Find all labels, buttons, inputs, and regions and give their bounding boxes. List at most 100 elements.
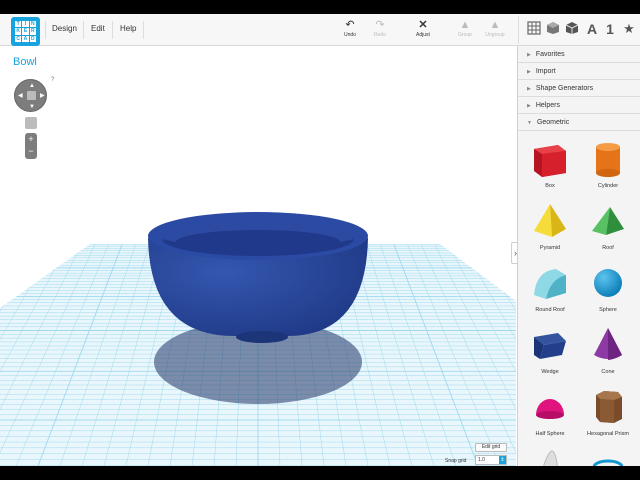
menu-edit[interactable]: Edit bbox=[91, 24, 105, 33]
cube-view-icon[interactable] bbox=[564, 21, 580, 37]
section-import[interactable]: ▶ Import bbox=[518, 63, 640, 80]
shapes-panel: ▶ Favorites ▶ Import ▶ Shape Generators ▶ He… bbox=[517, 46, 640, 466]
ungroup-icon: ▲ bbox=[489, 19, 501, 31]
section-label: Favorites bbox=[535, 51, 565, 58]
section-shape-generators[interactable]: ▶ Shape Generators bbox=[518, 80, 640, 97]
redo-icon: ↷ bbox=[375, 19, 385, 31]
edit-grid-button[interactable]: Edit grid bbox=[475, 443, 507, 452]
menu-divider bbox=[45, 21, 46, 39]
roof-icon bbox=[592, 207, 624, 235]
grid-view-icon[interactable] bbox=[526, 21, 542, 37]
view-help-icon[interactable]: ? bbox=[51, 77, 54, 83]
shape-next-row-partial[interactable] bbox=[578, 449, 638, 466]
chevron-down-icon: ▼ bbox=[527, 120, 532, 126]
tinkercad-window: T I N K E R C A D Design Edit Help ↶ Und… bbox=[0, 14, 640, 466]
shape-label: Wedge bbox=[541, 369, 559, 375]
shape-label: Hexagonal Prism bbox=[587, 431, 629, 437]
undo-icon: ↶ bbox=[345, 19, 355, 31]
chevron-right-icon: ▶ bbox=[527, 69, 531, 75]
chevron-right-icon: ▶ bbox=[527, 52, 531, 58]
logo-letter: D bbox=[29, 35, 36, 42]
star-icon[interactable]: ★ bbox=[621, 21, 637, 37]
ungroup-button[interactable]: ▲ Ungroup bbox=[481, 19, 509, 38]
group-icon: ▲ bbox=[459, 19, 471, 31]
adjust-button[interactable]: ✕ Adjust bbox=[409, 19, 437, 38]
shape-wedge[interactable]: Wedge bbox=[520, 325, 580, 375]
logo-letter: R bbox=[29, 28, 36, 35]
wedge-icon bbox=[534, 333, 566, 359]
shape-cone[interactable]: Cone bbox=[578, 325, 638, 375]
box-view-icon[interactable] bbox=[545, 21, 561, 37]
shape-roof[interactable]: Roof bbox=[578, 201, 638, 251]
shape-half-sphere[interactable]: Half Sphere bbox=[520, 387, 580, 437]
toolbar-divider bbox=[518, 16, 519, 44]
logo-letter: I bbox=[22, 21, 29, 28]
geometric-shapes-grid: Box Cylinder Pyramid Roof Round Roof Sph… bbox=[518, 131, 640, 466]
shape-sphere[interactable]: Sphere bbox=[578, 263, 638, 313]
shape-label: Sphere bbox=[599, 307, 617, 313]
text-A-icon[interactable]: A bbox=[584, 21, 600, 37]
shape-box[interactable]: Box bbox=[520, 139, 580, 189]
adjust-icon: ✕ bbox=[418, 19, 428, 31]
bowl-base bbox=[236, 331, 288, 343]
logo-letter: A bbox=[22, 35, 29, 42]
shape-label: Pyramid bbox=[539, 245, 561, 251]
shape-hexagonal-prism[interactable]: Hexagonal Prism bbox=[578, 387, 638, 437]
logo-letter: C bbox=[15, 35, 22, 42]
redo-button[interactable]: ↷ Redo bbox=[366, 19, 394, 38]
logo-letter: T bbox=[15, 21, 22, 28]
chevron-down-icon: ⇕ bbox=[499, 456, 506, 464]
workplane-canvas[interactable]: Bowl ? ▲ ▼ ◀ ▶ + − › Edit grid Snap grid… bbox=[0, 46, 520, 466]
zoom-in-icon[interactable]: + bbox=[25, 133, 37, 145]
menu-divider bbox=[83, 21, 84, 39]
menu-help[interactable]: Help bbox=[120, 24, 136, 33]
snap-grid-select[interactable]: 1.0 ⇕ bbox=[475, 455, 507, 465]
home-view-button[interactable] bbox=[25, 117, 37, 129]
shape-next-row-partial[interactable] bbox=[520, 449, 580, 466]
shape-label: Cone bbox=[601, 369, 615, 375]
logo-letter: N bbox=[29, 21, 36, 28]
paraboloid-icon bbox=[543, 450, 558, 466]
cylinder-icon bbox=[596, 143, 620, 177]
zoom-control[interactable]: + − bbox=[25, 133, 37, 159]
section-label: Shape Generators bbox=[535, 85, 594, 92]
shape-pyramid[interactable]: Pyramid bbox=[520, 201, 580, 251]
document-title[interactable]: Bowl bbox=[13, 56, 37, 68]
adjust-label: Adjust bbox=[416, 32, 430, 38]
tinkercad-logo[interactable]: T I N K E R C A D bbox=[11, 17, 40, 46]
round-roof-icon bbox=[534, 269, 566, 299]
nav-center-icon[interactable] bbox=[27, 91, 36, 100]
undo-button[interactable]: ↶ Undo bbox=[336, 19, 364, 38]
box-icon bbox=[534, 145, 566, 177]
view-navigation-control[interactable]: ▲ ▼ ◀ ▶ bbox=[14, 79, 47, 112]
3d-scene[interactable] bbox=[0, 46, 516, 466]
nav-right-icon[interactable]: ▶ bbox=[40, 93, 45, 99]
shape-round-roof[interactable]: Round Roof bbox=[520, 263, 580, 313]
section-label: Geometric bbox=[536, 119, 570, 126]
snap-grid-value: 1.0 bbox=[478, 457, 485, 463]
nav-down-icon[interactable]: ▼ bbox=[29, 104, 35, 110]
section-favorites[interactable]: ▶ Favorites bbox=[518, 46, 640, 63]
section-label: Import bbox=[535, 68, 556, 75]
shape-label: Half Sphere bbox=[535, 431, 565, 437]
number-1-icon[interactable]: 1 bbox=[602, 21, 618, 37]
top-toolbar: T I N K E R C A D Design Edit Help ↶ Und… bbox=[0, 14, 640, 46]
cone-icon bbox=[594, 328, 622, 360]
shape-label: Box bbox=[545, 183, 555, 189]
section-label: Helpers bbox=[535, 102, 560, 109]
menu-divider bbox=[112, 21, 113, 39]
nav-up-icon[interactable]: ▲ bbox=[29, 83, 35, 89]
group-label: Group bbox=[458, 32, 472, 38]
section-geometric[interactable]: ▼ Geometric bbox=[518, 114, 640, 131]
ungroup-label: Ungroup bbox=[485, 32, 505, 38]
menu-design[interactable]: Design bbox=[52, 24, 77, 33]
section-helpers[interactable]: ▶ Helpers bbox=[518, 97, 640, 114]
group-button[interactable]: ▲ Group bbox=[451, 19, 479, 38]
sphere-icon bbox=[594, 269, 622, 297]
chevron-right-icon: ▶ bbox=[527, 86, 531, 92]
zoom-out-icon[interactable]: − bbox=[25, 145, 37, 157]
nav-left-icon[interactable]: ◀ bbox=[18, 93, 23, 99]
shape-cylinder[interactable]: Cylinder bbox=[578, 139, 638, 189]
shape-label: Round Roof bbox=[535, 307, 565, 313]
redo-label: Redo bbox=[374, 32, 386, 38]
